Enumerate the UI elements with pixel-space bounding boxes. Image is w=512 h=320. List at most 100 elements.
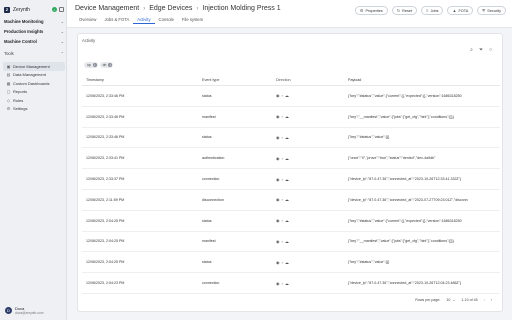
next-page-icon[interactable]: › [491, 298, 492, 302]
table-row[interactable]: 12/06/2023, 2:04:25 PM manifest ◉ › ☁ {"key":… [82, 232, 500, 253]
cell-event-type: disconnection [202, 197, 224, 202]
cell-payload: {"device_ip":"87.0.47.36","connected_at"… [348, 281, 462, 286]
brand-name: Zerynth [13, 6, 30, 13]
user-email: doca@zerynth.com [15, 310, 44, 315]
expand-icon[interactable]: › [282, 114, 283, 119]
expand-icon[interactable]: › [282, 197, 283, 202]
refresh-icon[interactable]: ○ [489, 47, 492, 53]
eye-icon[interactable]: ◉ [276, 260, 280, 265]
nav-section-production-insights[interactable]: Production Insights ⌄ [4, 28, 64, 35]
breadcrumb-item-edge-devices[interactable]: Edge Devices [149, 5, 192, 12]
jobs-button[interactable]: ≡ Jobs [421, 6, 444, 15]
nav-section-machine-control[interactable]: Machine Control ⌄ [4, 38, 64, 45]
expand-icon[interactable]: › [282, 156, 283, 161]
chevron-up-icon: ⌃ [60, 51, 64, 56]
sidebar-item-label: Device Management [13, 63, 50, 69]
cell-timestamp: 12/06/2023, 2:33:41 PM [86, 156, 125, 161]
table-header: Timestamp Event type Direction Payload [82, 74, 500, 86]
chevron-down-icon: ⌄ [60, 19, 64, 24]
expand-icon[interactable]: › [282, 177, 283, 182]
avatar: D [5, 306, 12, 314]
cell-timestamp: 12/06/2023, 2:33:37 PM [86, 177, 125, 182]
column-header-direction[interactable]: Direction [276, 78, 348, 82]
cell-payload: {"once":"0","prove":"true","status":"den… [348, 156, 436, 161]
table-row[interactable]: 12/06/2023, 2:33:46 PM manifest ◉ › ☁ {"key":… [82, 107, 500, 128]
expand-icon[interactable]: › [282, 239, 283, 244]
eye-icon[interactable]: ◉ [276, 93, 280, 98]
eye-icon[interactable]: ◉ [276, 239, 280, 244]
pagination: Rows per page: 10 ⌄ 1-10 of 45 ‹ › [415, 298, 492, 302]
gear-icon: ⚙ [359, 8, 364, 13]
cloud-icon: ☁ [284, 218, 289, 224]
table-row[interactable]: 12/06/2023, 2:04:25 PM status ◉ › ☁ {"key":"#… [82, 211, 500, 232]
tab-overview[interactable]: Overview [75, 16, 100, 24]
activity-table: Timestamp Event type Direction Payload 1… [82, 74, 500, 294]
previous-page-icon[interactable]: ‹ [484, 298, 485, 302]
cloud-icon: ☁ [284, 114, 289, 120]
eye-icon[interactable]: ◉ [276, 135, 280, 140]
sidebar-item-custom-dashboards[interactable]: ▦ Custom Dashboards [3, 79, 65, 88]
column-header-payload[interactable]: Payload [348, 78, 500, 82]
rows-per-page-value: 10 [446, 298, 451, 302]
reset-button[interactable]: ↻ Reset [391, 6, 418, 15]
cell-timestamp: 12/06/2023, 2:04:25 PM [86, 260, 125, 265]
expand-icon[interactable]: › [282, 281, 283, 286]
close-icon[interactable]: × [92, 63, 97, 67]
table-row[interactable]: 12/06/2023, 2:33:46 PM status ◉ › ☁ {"key":"#… [82, 128, 500, 149]
table-row[interactable]: 12/06/2023, 2:04:23 PM connection ◉ › ☁ {"dev… [82, 273, 500, 294]
sidebar-item-rules[interactable]: ◇ Rules [3, 96, 65, 105]
expand-icon[interactable]: › [282, 93, 283, 98]
list-icon: ≡ [426, 8, 429, 13]
sidebar-item-device-management[interactable]: ▣ Device Management [3, 62, 65, 71]
activity-panel: Activity ⌕ ⏷ ○ up × dn × Timestamp Event… [77, 33, 503, 312]
eye-icon[interactable]: ◉ [276, 114, 280, 119]
upload-icon: ▲ [452, 8, 457, 13]
eye-icon[interactable]: ◉ [276, 197, 280, 202]
close-icon[interactable]: × [108, 63, 113, 67]
table-row[interactable]: 12/06/2023, 2:11:59 PM disconnection ◉ › ☁ {"… [82, 190, 500, 211]
properties-button[interactable]: ⚙ Properties [354, 6, 388, 15]
eye-icon[interactable]: ◉ [276, 281, 280, 286]
eye-icon[interactable]: ◉ [276, 218, 280, 223]
button-label: Reset [402, 8, 413, 13]
cloud-icon: ☁ [284, 280, 289, 286]
expand-icon[interactable]: › [282, 260, 283, 265]
table-row[interactable]: 12/06/2023, 2:33:46 PM status ◉ › ☁ {"key":"#… [82, 86, 500, 107]
cell-direction: ◉ › ☁ [276, 156, 348, 161]
sidebar-item-settings[interactable]: ⚙ Settings [3, 105, 65, 114]
cell-direction: ◉ › ☁ [276, 177, 348, 182]
fota-button[interactable]: ▲ FOTA [447, 6, 474, 15]
tab-activity[interactable]: Activity [133, 16, 155, 24]
expand-icon[interactable]: › [282, 135, 283, 140]
table-row[interactable]: 12/06/2023, 2:33:37 PM connection ◉ › ☁ {"dev… [82, 169, 500, 190]
page-header: Device Management › Edge Devices › Injec… [67, 0, 512, 28]
cell-event-type: connection [202, 281, 220, 286]
button-label: Security [487, 8, 501, 13]
sidebar-toggle-icon[interactable] [59, 7, 64, 12]
tab-jobs-fota[interactable]: Jobs & FOTA [100, 16, 133, 24]
sidebar-item-data-management[interactable]: ▤ Data Management [3, 71, 65, 80]
sidebar-item-reports[interactable]: ▢ Reports [3, 88, 65, 97]
filter-chip-label: dn [102, 63, 107, 67]
expand-icon[interactable]: › [282, 218, 283, 223]
column-header-timestamp[interactable]: Timestamp [82, 78, 202, 82]
filter-chip-label: up [87, 63, 91, 67]
nav-section-tools[interactable]: Tools ⌃ [4, 50, 64, 57]
rows-per-page-select[interactable]: 10 ⌄ [446, 298, 455, 302]
eye-icon[interactable]: ◉ [276, 177, 280, 182]
column-header-event-type[interactable]: Event type [202, 78, 276, 82]
security-button[interactable]: ⛨ Security [477, 6, 506, 15]
breadcrumb-item-device-management[interactable]: Device Management [75, 5, 139, 12]
panel-title: Activity [82, 38, 96, 43]
table-row[interactable]: 12/06/2023, 2:33:41 PM authentication ◉ › ☁{… [82, 148, 500, 170]
filter-icon[interactable]: ⏷ [479, 47, 483, 53]
chevron-right-icon: › [196, 5, 199, 12]
search-icon[interactable]: ⌕ [470, 47, 473, 53]
user-profile[interactable]: D Doca doca@zerynth.com [5, 304, 65, 316]
table-row[interactable]: 12/06/2023, 2:04:25 PM status ◉ › ☁ {"key":"#… [82, 252, 500, 274]
nav-section-machine-monitoring[interactable]: Machine Monitoring ⌄ [4, 18, 64, 25]
tab-file-system[interactable]: File system [178, 16, 207, 24]
cell-event-type: status [202, 93, 212, 98]
tab-console[interactable]: Console [155, 16, 178, 24]
eye-icon[interactable]: ◉ [276, 156, 280, 161]
